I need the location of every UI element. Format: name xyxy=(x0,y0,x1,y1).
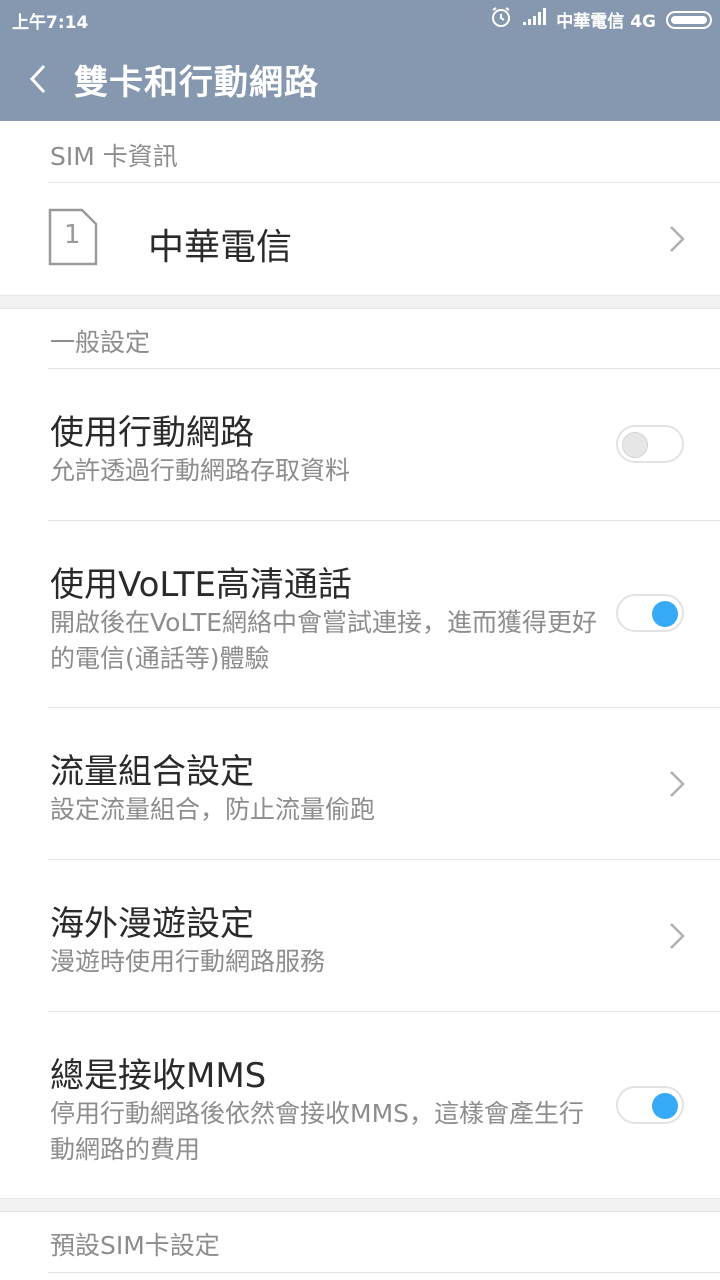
section-gap xyxy=(0,1198,720,1212)
volte-subtitle: 開啟後在VoLTE網絡中會嘗試連接，進而獲得更好的電信(通話等)體驗 xyxy=(50,608,598,673)
alarm-icon xyxy=(490,6,512,33)
toggle-knob xyxy=(652,1093,678,1119)
mms-title: 總是接收MMS xyxy=(50,1056,267,1096)
mms-subtitle: 停用行動網路後依然會接收MMS，這樣會產生行動網路的費用 xyxy=(50,1099,585,1164)
sim-info-header: SIM 卡資訊 xyxy=(50,142,178,171)
app-bar: 雙卡和行動網路 xyxy=(0,36,720,121)
data-plan-row[interactable]: 流量組合設定 設定流量組合，防止流量偷跑 xyxy=(0,708,720,859)
status-time: 上午7:14 xyxy=(12,13,89,33)
mobile-data-row[interactable]: 使用行動網路 允許透過行動網路存取資料 xyxy=(0,369,720,520)
sim-card-row[interactable]: 1 中華電信 xyxy=(0,183,720,295)
status-bar: 上午7:14 中華電信 4G xyxy=(0,0,720,36)
divider xyxy=(48,1272,720,1273)
default-sim-header: 預設SIM卡設定 xyxy=(50,1231,220,1260)
sim-card-icon: 1 xyxy=(48,208,98,266)
carrier-name: 中華電信 xyxy=(148,227,293,268)
roaming-subtitle: 漫遊時使用行動網路服務 xyxy=(50,947,326,976)
toggle-knob xyxy=(652,601,678,627)
back-button[interactable] xyxy=(22,60,56,98)
toggle-knob xyxy=(622,432,648,458)
battery-icon xyxy=(666,10,712,29)
roaming-title: 海外漫遊設定 xyxy=(50,904,254,944)
roaming-row[interactable]: 海外漫遊設定 漫遊時使用行動網路服務 xyxy=(0,860,720,1011)
data-plan-subtitle: 設定流量組合，防止流量偷跑 xyxy=(50,795,376,824)
volte-title: 使用VoLTE高清通話 xyxy=(50,565,352,605)
sim-slot-number: 1 xyxy=(64,220,81,250)
chevron-right-icon xyxy=(668,769,686,799)
mobile-data-title: 使用行動網路 xyxy=(50,413,254,453)
volte-row[interactable]: 使用VoLTE高清通話 開啟後在VoLTE網絡中會嘗試連接，進而獲得更好的電信(… xyxy=(0,521,720,707)
chevron-right-icon xyxy=(668,921,686,951)
mms-toggle[interactable] xyxy=(616,1086,684,1124)
data-plan-title: 流量組合設定 xyxy=(50,752,254,792)
status-carrier: 中華電信 4G xyxy=(556,12,656,32)
section-gap xyxy=(0,295,720,309)
mms-row[interactable]: 總是接收MMS 停用行動網路後依然會接收MMS，這樣會產生行動網路的費用 xyxy=(0,1012,720,1198)
chevron-right-icon xyxy=(668,224,686,254)
mobile-data-toggle[interactable] xyxy=(616,425,684,463)
mobile-data-subtitle: 允許透過行動網路存取資料 xyxy=(50,456,351,485)
status-icons: 中華電信 4G xyxy=(490,6,712,33)
signal-icon xyxy=(522,8,547,31)
page-title: 雙卡和行動網路 xyxy=(74,63,319,103)
volte-toggle[interactable] xyxy=(616,594,684,632)
general-header: 一般設定 xyxy=(50,328,151,357)
chevron-left-icon xyxy=(29,64,46,94)
